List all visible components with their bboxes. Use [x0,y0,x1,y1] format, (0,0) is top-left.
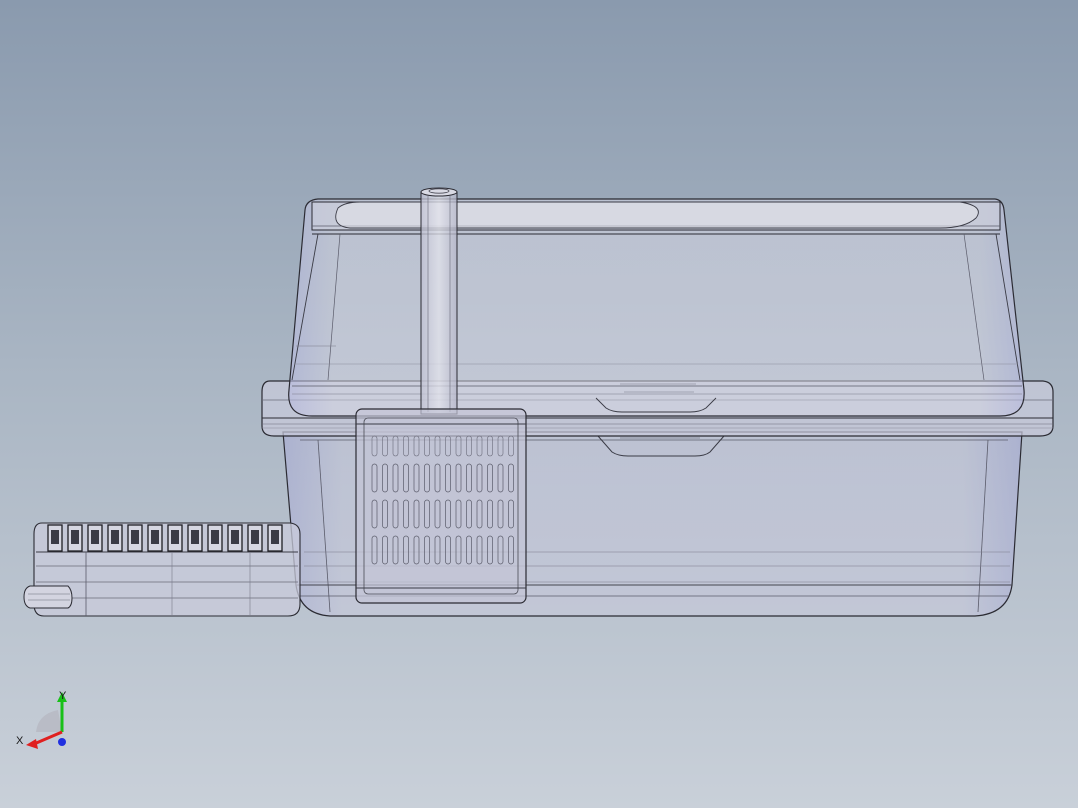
x-axis-line [33,730,63,746]
connector-pin [151,530,159,544]
connector-pin [71,530,79,544]
vertical-tube[interactable] [420,187,458,415]
z-axis-dot-icon [58,738,66,746]
connector-pin [111,530,119,544]
y-axis-label: Y [59,690,67,702]
connector-pin [171,530,179,544]
connector-pin [51,530,59,544]
connector-pin [91,530,99,544]
x-axis-arrow-icon [26,739,38,749]
connector-pin [131,530,139,544]
connector-pin [211,530,219,544]
graphics-viewport[interactable]: Y X [0,0,1078,808]
triad-shading [36,710,62,732]
connector-pin [271,530,279,544]
filter-housing[interactable] [355,408,527,604]
coordinate-triad[interactable]: Y X [16,690,67,749]
container-lid[interactable] [288,198,1025,417]
side-module[interactable] [23,522,301,617]
connector-pin [191,530,199,544]
model-view[interactable]: Y X [0,0,1078,808]
connector-pin [251,530,259,544]
x-axis-label: X [16,735,24,747]
connector-pin [231,530,239,544]
